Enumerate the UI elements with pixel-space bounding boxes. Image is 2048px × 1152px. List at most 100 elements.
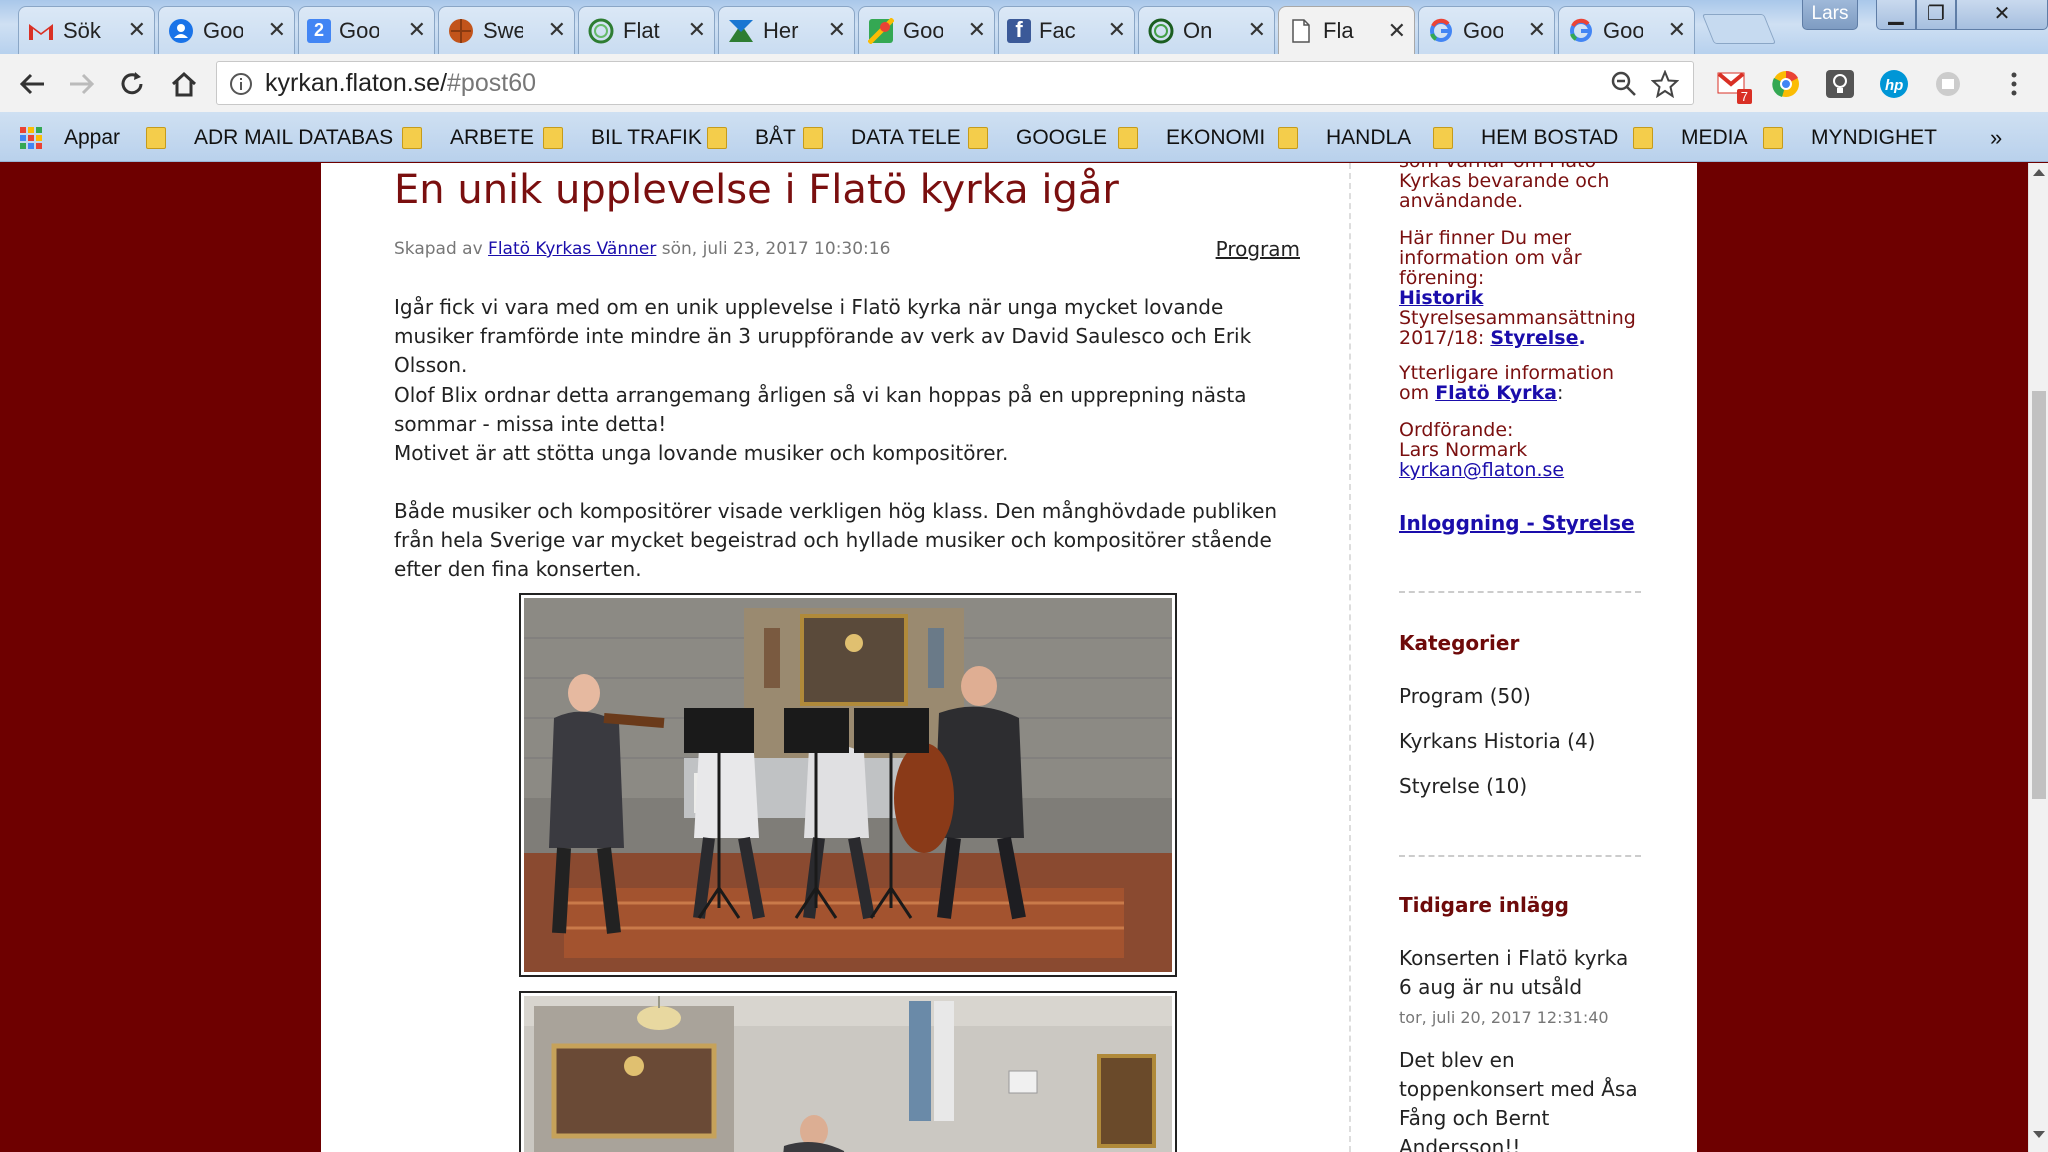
browser-tab[interactable]: f Fac ✕ [998, 6, 1135, 54]
page-viewport: En unik upplevelse i Flatö kyrka igår Sk… [0, 163, 2028, 1152]
close-icon[interactable]: ✕ [128, 18, 146, 43]
browser-tab[interactable]: Goo ✕ [858, 6, 995, 54]
earlier-post-title[interactable]: Fång och Bernt [1399, 1106, 1549, 1130]
close-icon[interactable]: ✕ [548, 18, 566, 43]
post-paragraph: Motivet är att stötta unga lovande musik… [394, 441, 1009, 465]
earlier-post-title[interactable]: toppenkonsert med Åsa [1399, 1077, 1638, 1101]
bookmark-folder[interactable]: HEM BOSTAD [1433, 124, 1618, 152]
scroll-down-arrow-icon[interactable] [2033, 1131, 2045, 1138]
close-icon[interactable]: ✕ [828, 18, 846, 43]
category-link[interactable]: Program (50) [1399, 684, 1531, 708]
restore-button[interactable]: ❐ [1916, 0, 1956, 30]
meta-prefix: Skapad av [394, 239, 483, 259]
apps-shortcut[interactable]: Appar [20, 124, 120, 152]
chrome-menu-button[interactable] [1996, 66, 2032, 102]
hp-icon[interactable]: hp [1876, 66, 1912, 102]
document-icon [1287, 17, 1315, 45]
close-icon[interactable]: ✕ [1668, 18, 1686, 43]
close-icon[interactable]: ✕ [1528, 18, 1546, 43]
bookmark-folder-label: BIL TRAFIK [591, 126, 702, 149]
profile-button[interactable]: Lars [1802, 0, 1858, 30]
forward-button[interactable] [62, 64, 102, 104]
browser-tab[interactable]: Flat ✕ [578, 6, 715, 54]
column-divider [1349, 163, 1351, 1152]
concert-photo-quartet[interactable] [519, 593, 1177, 977]
chair-name: Lars Normark [1399, 439, 1528, 461]
bookmark-folder[interactable]: ADR MAIL DATABAS [146, 124, 393, 152]
tab-title: Sök [63, 17, 101, 43]
browser-tab[interactable]: Goo ✕ [1418, 6, 1555, 54]
bookmark-folder[interactable]: BIL TRAFIK [543, 124, 702, 152]
scrollbar-thumb[interactable] [2032, 391, 2046, 799]
globe-icon [447, 17, 475, 45]
flato-kyrka-link[interactable]: Flatö Kyrka [1435, 382, 1557, 404]
close-icon[interactable]: ✕ [408, 18, 426, 43]
photo-canvas [524, 996, 1172, 1152]
earlier-post-title[interactable]: 6 aug är nu utsåld [1399, 975, 1582, 999]
category-link[interactable]: Kyrkans Historia (4) [1399, 729, 1595, 753]
address-bar[interactable]: kyrkan.flaton.se/#post60 [216, 61, 1694, 105]
zoom-icon [1611, 71, 1636, 96]
bookmark-folder[interactable]: MYNDIGHET [1763, 124, 1937, 152]
historik-link[interactable]: Historik [1399, 287, 1483, 309]
earlier-post-title[interactable]: Konserten i Flatö kyrka [1399, 946, 1628, 970]
styrelse-link[interactable]: Styrelse [1490, 327, 1578, 349]
chrome-extension-icon[interactable] [1768, 66, 1804, 102]
browser-tab[interactable]: Swe ✕ [438, 6, 575, 54]
puzzle-extension-icon[interactable] [1930, 66, 1966, 102]
window-close-button[interactable]: ✕ [1956, 0, 2048, 30]
info-line: Här finner Du mer [1399, 227, 1572, 249]
bookmark-folder-label: GOOGLE [1016, 126, 1108, 149]
here-maps-icon [727, 17, 755, 45]
close-icon[interactable]: ✕ [688, 18, 706, 43]
bookmarks-overflow-button[interactable]: » [1990, 124, 2002, 152]
chair-info: Ordförande: Lars Normark kyrkan@flaton.s… [1399, 420, 1659, 480]
back-button[interactable] [12, 64, 52, 104]
close-icon[interactable]: ✕ [1388, 19, 1406, 44]
gmail-extension-icon[interactable]: 7 [1714, 66, 1752, 104]
browser-tab[interactable]: Sök ✕ [18, 6, 155, 54]
close-icon[interactable]: ✕ [268, 18, 286, 43]
earlier-post-title[interactable]: Det blev en [1399, 1048, 1515, 1072]
minimize-button[interactable]: ▁ [1876, 0, 1916, 30]
bookmark-folder[interactable]: GOOGLE [968, 124, 1107, 152]
browser-tab[interactable]: On ✕ [1138, 6, 1275, 54]
reload-button[interactable] [112, 64, 152, 104]
browser-tab[interactable]: Goo ✕ [1558, 6, 1695, 54]
info-line: information om vår [1399, 247, 1582, 269]
church-interior-photo[interactable] [519, 991, 1177, 1152]
bookmark-folder[interactable]: HANDLA [1278, 124, 1411, 152]
lightbulb-icon[interactable] [1822, 66, 1858, 102]
scroll-up-arrow-icon[interactable] [2033, 169, 2045, 176]
bookmark-folder[interactable]: ARBETE [402, 124, 534, 152]
new-tab-button[interactable] [1701, 14, 1777, 44]
svg-text:hp: hp [1885, 77, 1903, 94]
email-link[interactable]: kyrkan@flaton.se [1399, 459, 1564, 481]
home-button[interactable] [164, 64, 204, 104]
browser-tab[interactable]: Her ✕ [718, 6, 855, 54]
bookmark-folder[interactable]: BÅT [707, 124, 796, 152]
bookmark-folder-label: HANDLA [1326, 126, 1412, 149]
author-link[interactable]: Flatö Kyrkas Vänner [488, 239, 656, 259]
browser-tab-active[interactable]: Fla ✕ [1278, 6, 1415, 55]
flaton-icon [1147, 17, 1175, 45]
close-icon[interactable]: ✕ [968, 18, 986, 43]
category-link[interactable]: Styrelse (10) [1399, 774, 1527, 798]
browser-tab[interactable]: Goo ✕ [158, 6, 295, 54]
url-text: kyrkan.flaton.se/#post60 [265, 69, 536, 97]
close-icon[interactable]: ✕ [1108, 18, 1126, 43]
bookmark-folder[interactable]: MEDIA [1633, 124, 1748, 152]
tab-title: On [1183, 17, 1213, 43]
bookmark-folder[interactable]: DATA TELE [803, 124, 961, 152]
earlier-post-title[interactable]: Andersson!! [1399, 1135, 1520, 1152]
bookmark-folder-label: EKONOMI [1166, 126, 1266, 149]
login-link[interactable]: Inloggning - Styrelse [1399, 511, 1635, 535]
string-quartet-image [524, 598, 1172, 972]
page-scrollbar[interactable] [2028, 163, 2048, 1152]
browser-tab[interactable]: 2 Goo ✕ [298, 6, 435, 54]
bookmark-folder[interactable]: EKONOMI [1118, 124, 1265, 152]
tab-title: Her [763, 17, 799, 43]
association-info: Här finner Du mer information om vår för… [1399, 228, 1659, 348]
close-icon[interactable]: ✕ [1248, 18, 1266, 43]
category-link[interactable]: Program [1216, 237, 1300, 261]
